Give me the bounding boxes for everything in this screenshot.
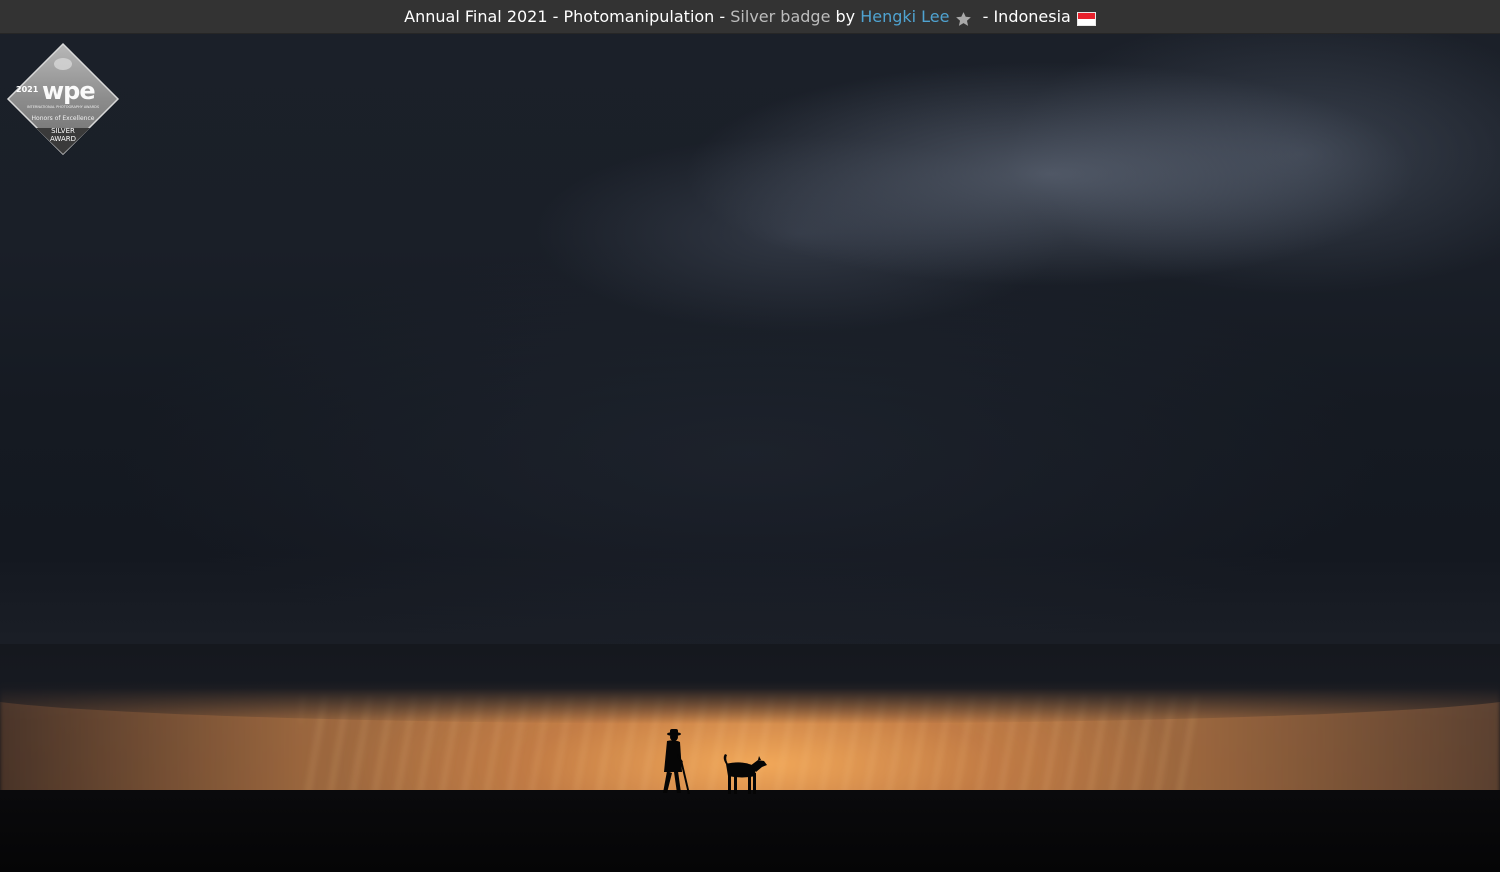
dog-silhouette <box>723 754 767 794</box>
star-icon <box>955 12 971 26</box>
contest-name: Annual Final 2021 <box>404 6 548 26</box>
author-link[interactable]: Hengki Lee <box>860 7 949 26</box>
badge-year: 2021 <box>16 85 39 94</box>
badge-subtitle: INTERNATIONAL PHOTOGRAPHY AWARDS <box>26 105 100 109</box>
indonesia-flag-icon <box>1076 11 1096 26</box>
photo-viewer: 2021 wpe INTERNATIONAL PHOTOGRAPHY AWARD… <box>0 0 1500 872</box>
category-name: Photomanipulation <box>563 6 715 26</box>
storm-cloud-base <box>0 644 1500 724</box>
country-name: Indonesia <box>993 6 1071 26</box>
badge-logo: wpe <box>42 77 96 105</box>
badge-silver: SILVER <box>51 127 75 135</box>
caption-separator: - <box>977 6 994 26</box>
award-photo[interactable] <box>0 34 1500 872</box>
badge-label: Silver badge <box>730 6 831 26</box>
caption-separator: - <box>547 6 564 26</box>
ground-horizon <box>0 790 1500 872</box>
badge-award: AWARD <box>50 135 76 143</box>
badge-honors: Honors of Excellence <box>31 115 95 122</box>
silver-award-badge: 2021 wpe INTERNATIONAL PHOTOGRAPHY AWARD… <box>6 42 120 156</box>
photo-caption-bar: Annual Final 2021 - Photomanipulation - … <box>0 0 1500 34</box>
person-silhouette <box>663 729 690 794</box>
caption-by: by <box>830 6 861 26</box>
silhouettes <box>663 729 767 794</box>
caption-separator: - <box>714 6 731 26</box>
